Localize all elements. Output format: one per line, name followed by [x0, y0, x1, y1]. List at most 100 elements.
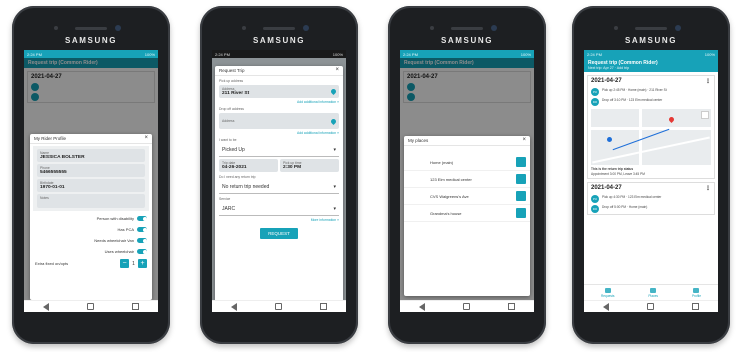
- toggle-switch[interactable]: [137, 249, 147, 254]
- back-icon[interactable]: [419, 302, 425, 311]
- place-item[interactable]: 123 Elm medical center: [404, 171, 530, 188]
- service-select[interactable]: JARC ▾: [219, 203, 339, 216]
- dropoff-more-info-link[interactable]: Add additional information »: [219, 131, 339, 135]
- chevron-down-icon: ▾: [333, 206, 336, 212]
- bottom-tab-bar: Requests Places Profile: [584, 284, 718, 300]
- recent-apps-icon[interactable]: [692, 303, 699, 310]
- map-pin-icon[interactable]: [329, 87, 338, 96]
- tab-label: Places: [648, 293, 658, 298]
- stop-text: Drop off 5:00 PM · Home (main): [602, 205, 648, 209]
- toggle-switch[interactable]: [137, 227, 147, 232]
- more-info-link[interactable]: More information »: [219, 218, 339, 222]
- more-options-icon[interactable]: ⋮: [705, 185, 711, 192]
- tab-places[interactable]: Places: [648, 287, 658, 298]
- status-bar: 2:24 PM 100%: [24, 50, 158, 58]
- status-time: 2:24 PM: [403, 51, 418, 57]
- minus-button[interactable]: −: [120, 259, 129, 268]
- phone-3-screen: 2:24 PM 100% Request trip (Common Rider)…: [400, 50, 534, 312]
- places-list: Home (main) 123 Elm medical center CVS W…: [404, 154, 530, 222]
- recent-apps-icon[interactable]: [320, 303, 327, 310]
- home-icon[interactable]: [87, 303, 94, 310]
- front-camera: [303, 25, 309, 31]
- edit-place-button[interactable]: [516, 208, 526, 218]
- map-pin-icon[interactable]: [329, 117, 338, 125]
- phone-2-screen: 2:24 PM 100% Request Trip × Pick up addr…: [212, 50, 346, 312]
- home-icon[interactable]: [647, 303, 654, 310]
- trip-date-row: 2021-04-27 ⋮: [588, 76, 714, 87]
- status-time: 2:24 PM: [215, 51, 230, 57]
- back-icon[interactable]: [231, 302, 237, 311]
- recent-apps-icon[interactable]: [132, 303, 139, 310]
- request-button[interactable]: REQUEST: [260, 228, 298, 239]
- phone-brand: SAMSUNG: [440, 36, 494, 45]
- name-field[interactable]: Name JESSICA BOLSTER: [37, 149, 145, 162]
- toggle-pca[interactable]: Has PCA: [30, 224, 152, 235]
- stop-row: DO Drop off 5:00 PM · Home (main): [588, 204, 714, 214]
- phone-4: SAMSUNG 2:24 PM 100% Request trip (Commo…: [572, 6, 730, 344]
- pickup-address-field[interactable]: Address 211 River St: [219, 85, 339, 98]
- recent-apps-icon[interactable]: [508, 303, 515, 310]
- notes-field[interactable]: Notes: [37, 194, 145, 208]
- toggle-switch[interactable]: [137, 238, 147, 243]
- android-nav-bar: [400, 300, 534, 312]
- trip-card[interactable]: 2021-04-27 ⋮ PU Pick up 2:45 PM · Home (m…: [587, 75, 715, 179]
- pickup-more-info-link[interactable]: Add additional information »: [219, 100, 339, 104]
- toggle-disability[interactable]: Person with disability: [30, 213, 152, 224]
- trip-date: 2021-04-27: [591, 78, 622, 84]
- place-label: CVS Walgreens's Ave: [430, 193, 469, 199]
- trip-date-row: 2021-04-27 ⋮: [588, 183, 714, 194]
- service-label: Service: [219, 197, 231, 201]
- back-icon[interactable]: [43, 302, 49, 311]
- more-options-icon[interactable]: ⋮: [705, 78, 711, 85]
- date-time-row: Trip date 04-26-2021 Pick up time 2:30 P…: [219, 159, 339, 172]
- home-icon[interactable]: [275, 303, 282, 310]
- stop-text: Pick up 4:30 PM · 123 Elm medical center: [602, 195, 662, 199]
- stepper-value[interactable]: 1: [129, 261, 138, 267]
- trip-appointment: Appointment 3:00 PM, Leave 3:45 PM: [591, 172, 645, 176]
- trip-date-field[interactable]: Trip date 04-26-2021: [219, 159, 278, 172]
- phone-2: SAMSUNG 2:24 PM 100% Request Trip × Pick…: [200, 6, 358, 344]
- trip-card[interactable]: 2021-04-27 ⋮ PU Pick up 4:30 PM · 123 Elm…: [587, 182, 715, 215]
- modal-title-text: My places: [408, 138, 429, 143]
- dropoff-address-field[interactable]: Address: [219, 113, 339, 129]
- toggle-label: Person with disability: [96, 216, 134, 221]
- close-icon[interactable]: ×: [522, 137, 526, 143]
- tab-profile[interactable]: Profile: [692, 287, 701, 298]
- edit-place-button[interactable]: [516, 157, 526, 167]
- front-camera: [115, 25, 121, 31]
- field-value: 211 River St: [222, 91, 250, 96]
- back-icon[interactable]: [603, 302, 609, 311]
- stop-row: PU Pick up 4:30 PM · 123 Elm medical cen…: [588, 194, 714, 204]
- plus-button[interactable]: +: [138, 259, 147, 268]
- edit-place-button[interactable]: [516, 174, 526, 184]
- pickup-label: Pick up address: [219, 79, 244, 83]
- toggle-switch[interactable]: [137, 216, 147, 221]
- pickup-time-field[interactable]: Pick up time 2:30 PM: [280, 159, 339, 172]
- place-item[interactable]: Home (main): [404, 154, 530, 171]
- place-item[interactable]: CVS Walgreens's Ave: [404, 188, 530, 205]
- field-value: 04-26-2021: [222, 165, 247, 170]
- field-label: Notes: [40, 196, 49, 200]
- status-battery: 100%: [144, 51, 155, 57]
- header-subtitle[interactable]: Next trip: Apr 27 · Add trip: [588, 66, 714, 70]
- birthdate-field[interactable]: Birthdate 1970-01-01: [37, 179, 145, 192]
- route-map[interactable]: [591, 109, 711, 165]
- phone-field[interactable]: Phone 5466555555: [37, 164, 145, 177]
- return-trip-select[interactable]: No return trip needed ▾: [219, 181, 339, 194]
- my-places-modal: My places × Home (main) 123 Elm medical …: [404, 136, 530, 296]
- place-item[interactable]: Grandma's house: [404, 205, 530, 222]
- modal-title: Request Trip ×: [215, 66, 343, 76]
- toggle-wheelchair-van[interactable]: Needs wheelchair Van: [30, 235, 152, 246]
- close-icon[interactable]: ×: [144, 135, 148, 141]
- tab-requests[interactable]: Requests: [601, 287, 614, 298]
- fullscreen-icon[interactable]: [701, 111, 709, 119]
- toggle-uses-wheelchair[interactable]: Uses wheelchair: [30, 246, 152, 257]
- edit-place-button[interactable]: [516, 191, 526, 201]
- status-battery: 100%: [704, 51, 715, 57]
- home-icon[interactable]: [463, 303, 470, 310]
- close-icon[interactable]: ×: [335, 67, 339, 73]
- picked-up-select[interactable]: Picked Up ▾: [219, 144, 339, 157]
- app-header: Request trip (Common Rider) Next trip: A…: [584, 58, 718, 72]
- pickup-badge: PU: [591, 88, 599, 96]
- map-road: [591, 127, 711, 130]
